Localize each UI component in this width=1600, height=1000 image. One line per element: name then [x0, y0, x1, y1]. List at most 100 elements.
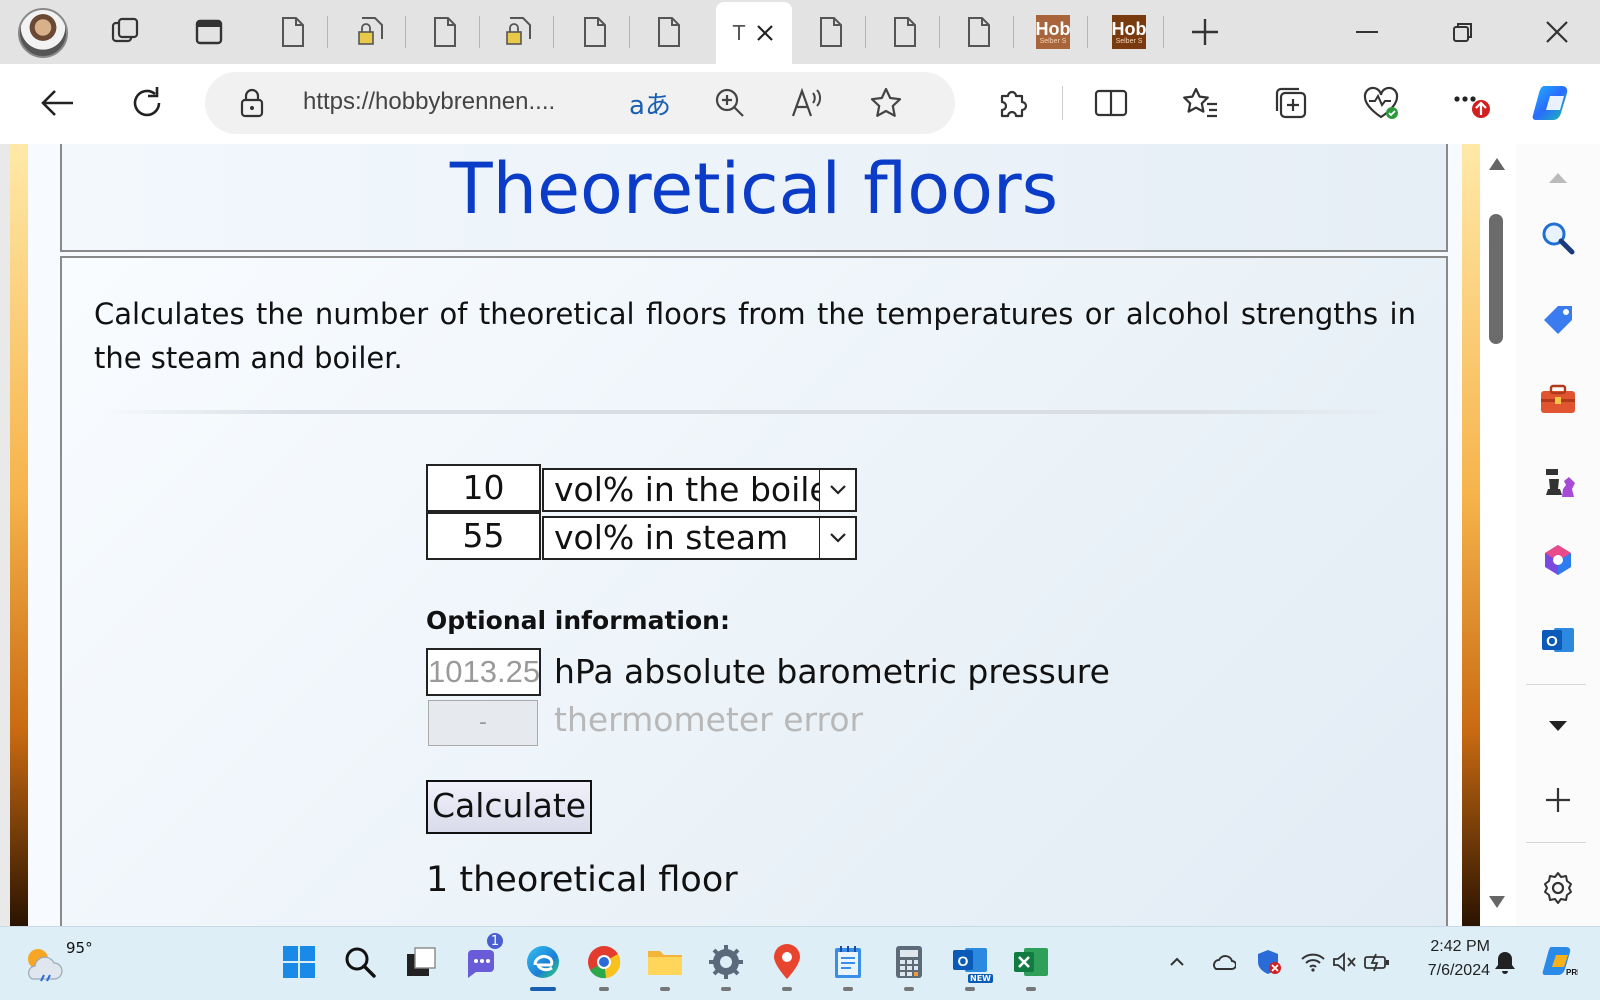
taskbar-edge[interactable] [518, 937, 568, 991]
read-aloud-icon[interactable] [783, 78, 833, 128]
taskbar-outlook-new[interactable]: O NEW [945, 937, 995, 991]
taskbar-calculator[interactable] [884, 937, 934, 991]
profile-avatar[interactable] [18, 8, 68, 58]
scrollbar-thumb[interactable] [1489, 214, 1503, 344]
excel-icon [1014, 948, 1048, 976]
sidebar-settings-gear-icon[interactable] [1532, 862, 1584, 914]
start-button[interactable] [274, 937, 324, 987]
minimize-button[interactable] [1342, 12, 1392, 52]
copilot-icon[interactable] [1530, 78, 1580, 128]
scroll-down-arrow-icon[interactable] [1487, 894, 1507, 910]
address-bar[interactable]: https://hobbybrennen.... aあ [205, 72, 955, 134]
chat-button[interactable]: 1 [457, 931, 507, 987]
steam-unit-select[interactable]: vol% in steam [542, 516, 857, 560]
favorite-star-icon[interactable] [861, 78, 911, 128]
tab-5[interactable] [560, 12, 630, 52]
tab-11[interactable]: Hob Selber S [1094, 12, 1164, 52]
sidebar-scroll-down-icon[interactable] [1532, 700, 1584, 752]
tab-6[interactable] [634, 12, 704, 52]
taskbar-search-button[interactable] [335, 937, 385, 987]
tab-1[interactable] [258, 12, 328, 52]
pressure-input[interactable]: 1013.25 [426, 648, 541, 696]
site-info-lock-icon[interactable] [227, 78, 277, 128]
boiler-value-input[interactable]: 10 [426, 464, 541, 512]
right-decorative-stripe [1462, 144, 1480, 926]
boiler-unit-select[interactable]: vol% in the boile [542, 468, 857, 512]
plus-icon [1192, 19, 1218, 45]
left-decorative-stripe [10, 144, 28, 926]
close-window-button[interactable] [1532, 12, 1582, 52]
tab-active[interactable]: T [716, 2, 792, 64]
wifi-icon[interactable] [1298, 947, 1328, 977]
vertical-tabs-icon[interactable] [184, 12, 234, 52]
calculate-button[interactable]: Calculate [426, 780, 592, 834]
chevron-down-icon[interactable] [819, 518, 855, 558]
notifications-bell-icon[interactable] [1490, 947, 1520, 977]
page-icon [282, 17, 304, 47]
tab-2[interactable] [336, 12, 406, 52]
extensions-icon[interactable] [988, 78, 1038, 128]
task-view-button[interactable] [396, 937, 446, 987]
browser-essentials-icon[interactable] [1356, 78, 1406, 128]
close-tab-icon[interactable] [755, 23, 775, 43]
steam-value-input[interactable]: 55 [426, 512, 541, 560]
optional-info-label: Optional information: [426, 606, 730, 635]
tab-3[interactable] [410, 12, 480, 52]
workspaces-icon[interactable] [100, 12, 150, 52]
svg-text:PRE: PRE [1566, 968, 1578, 977]
tab-10[interactable]: Hob Selber S [1018, 12, 1088, 52]
split-screen-icon[interactable] [1086, 78, 1136, 128]
result-text: 1 theoretical floor [426, 860, 738, 900]
tab-4[interactable] [484, 12, 554, 52]
tab-8[interactable] [870, 12, 940, 52]
divider [102, 410, 1392, 414]
collections-icon[interactable] [1266, 78, 1316, 128]
show-hidden-icons-chevron-icon[interactable] [1162, 947, 1192, 977]
url-text[interactable]: https://hobbybrennen.... [303, 88, 555, 116]
taskbar-file-explorer[interactable] [640, 937, 690, 991]
tab-9[interactable] [944, 12, 1014, 52]
settings-more-icon[interactable] [1446, 78, 1496, 128]
add-sidebar-app-icon[interactable] [1532, 774, 1584, 826]
outlook-new-badge: NEW [968, 974, 993, 983]
tab-bar: T Hob Selber S Hob Selber S [0, 0, 1600, 64]
scroll-up-arrow-icon[interactable] [1487, 156, 1507, 172]
clock[interactable]: 2:42 PM 7/6/2024 [1400, 935, 1490, 983]
outlook-icon[interactable]: O [1532, 614, 1584, 666]
tools-briefcase-icon[interactable] [1532, 374, 1584, 426]
taskbar-maps[interactable] [762, 937, 812, 991]
battery-charging-icon[interactable] [1362, 947, 1392, 977]
translate-icon[interactable]: aあ [625, 78, 675, 128]
onedrive-cloud-icon[interactable] [1208, 947, 1238, 977]
volume-muted-icon[interactable] [1330, 947, 1360, 977]
page-content: Theoretical floors Calculates the number… [28, 144, 1462, 926]
new-tab-button[interactable] [1180, 12, 1230, 52]
security-shield-icon[interactable] [1254, 947, 1284, 977]
chevron-down-icon[interactable] [819, 470, 855, 510]
web-page: Theoretical floors Calculates the number… [10, 144, 1480, 926]
refresh-button[interactable] [122, 78, 172, 128]
taskbar-settings[interactable] [701, 937, 751, 991]
windows-taskbar: 95° 1 O NEW 2:42 PM 7/6/2024 PR [0, 926, 1600, 1000]
zoom-icon[interactable] [705, 78, 755, 128]
taskbar-notepad[interactable] [823, 937, 873, 991]
lock-page-icon [358, 17, 383, 45]
sidebar-scroll-up-icon[interactable] [1532, 152, 1584, 204]
restore-button[interactable] [1438, 12, 1488, 52]
vertical-scrollbar[interactable] [1480, 144, 1516, 926]
thermometer-error-select[interactable]: - [428, 700, 538, 746]
calculator-box: Calculates the number of theoretical flo… [60, 256, 1448, 926]
clock-date: 7/6/2024 [1427, 962, 1490, 979]
back-button[interactable] [32, 78, 82, 128]
taskbar-chrome[interactable] [579, 937, 629, 991]
weather-widget[interactable]: 95° [22, 935, 93, 985]
copilot-preview-icon[interactable]: PRE [1540, 941, 1580, 981]
games-chess-icon[interactable] [1532, 454, 1584, 506]
search-icon[interactable] [1532, 212, 1584, 264]
taskbar-excel[interactable] [1006, 937, 1056, 991]
tab-7[interactable] [796, 12, 866, 52]
shopping-tag-icon[interactable] [1532, 294, 1584, 346]
microsoft-365-icon[interactable] [1532, 534, 1584, 586]
favorites-icon[interactable] [1176, 78, 1226, 128]
toolbar: https://hobbybrennen.... aあ [0, 64, 1600, 144]
